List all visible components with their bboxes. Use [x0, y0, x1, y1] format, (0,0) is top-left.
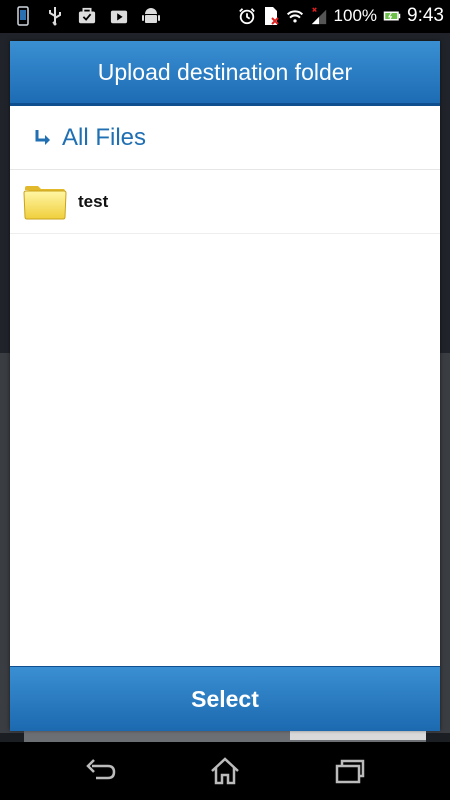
- breadcrumb-label: All Files: [62, 123, 147, 151]
- recent-apps-icon[interactable]: [333, 756, 367, 786]
- home-icon[interactable]: [208, 756, 242, 786]
- select-button[interactable]: Select: [10, 666, 440, 731]
- sim-error-icon: [262, 6, 280, 26]
- signal-icon: [310, 6, 328, 26]
- navigation-bar: [0, 742, 450, 800]
- alarm-icon: [238, 6, 256, 26]
- battery-icon: [383, 6, 401, 26]
- folder-icon: [23, 185, 67, 219]
- arrow-turn-icon: [35, 129, 50, 145]
- clock: 9:43: [407, 5, 444, 26]
- folder-list: test: [10, 170, 440, 234]
- dialog-header: Upload destination folder: [10, 41, 440, 106]
- battery-percent: 100%: [333, 6, 378, 25]
- status-bar: 100% 9:43: [0, 0, 450, 33]
- back-icon[interactable]: [84, 756, 118, 786]
- upload-destination-dialog: Upload destination folder All Files test: [10, 41, 440, 731]
- briefcase-check-icon: [78, 6, 96, 26]
- dialog-title: Upload destination folder: [97, 58, 353, 85]
- folder-name: test: [78, 191, 109, 211]
- wifi-icon: [286, 6, 304, 26]
- usb-icon: [46, 6, 64, 26]
- select-button-label: Select: [191, 685, 259, 712]
- phone-icon: [14, 6, 32, 26]
- list-item[interactable]: test: [10, 170, 440, 234]
- android-icon: [142, 6, 160, 26]
- breadcrumb-all-files[interactable]: All Files: [10, 106, 440, 170]
- media-icon: [110, 6, 128, 26]
